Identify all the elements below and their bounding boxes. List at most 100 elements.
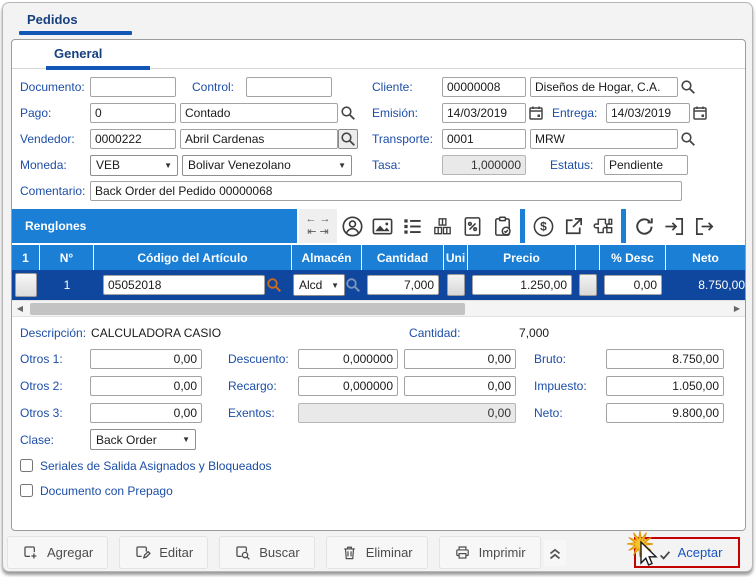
row-codigo-field[interactable] [103, 275, 265, 295]
export-icon[interactable] [689, 211, 719, 241]
moneda-code-select[interactable]: VEB ▼ [90, 155, 178, 176]
bruto-field[interactable] [606, 349, 724, 369]
row-codigo-search-icon[interactable] [265, 275, 283, 295]
grid-horizontal-scrollbar[interactable]: ◀ ▶ [12, 300, 745, 317]
eliminar-button[interactable]: Eliminar [326, 536, 428, 569]
col-header-num[interactable]: N° [40, 245, 94, 270]
documento-field[interactable] [90, 77, 176, 97]
estatus-label: Estatus: [550, 158, 604, 172]
row-num: 1 [40, 270, 94, 300]
add-icon [22, 544, 39, 561]
tab-general-underline [46, 66, 150, 70]
pago-code-field[interactable] [90, 103, 176, 123]
cliente-search-icon[interactable] [678, 77, 698, 97]
estatus-field[interactable] [604, 155, 688, 175]
user-icon[interactable] [337, 211, 367, 241]
row-neto-cell: 8.750,00 [666, 270, 745, 300]
puzzle-icon[interactable] [588, 211, 618, 241]
otros2-field[interactable] [90, 376, 202, 396]
col-header-codigo[interactable]: Código del Artículo [94, 245, 292, 270]
imprimir-button[interactable]: Imprimir [439, 536, 541, 569]
editar-button[interactable]: Editar [119, 536, 208, 569]
col-header-extra[interactable] [576, 245, 600, 270]
scroll-left-icon[interactable]: ◀ [12, 301, 28, 316]
tab-general[interactable]: General [54, 46, 102, 61]
col-header-almacen[interactable]: Almacén [292, 245, 362, 270]
tab-bar: General [12, 40, 745, 69]
emision-field[interactable] [442, 103, 526, 123]
row-selector-button[interactable] [15, 273, 37, 297]
table-row[interactable]: 1 Alcd ▼ 8.750,00 [12, 270, 745, 300]
recargo-pct-field[interactable] [298, 376, 398, 396]
discount-icon[interactable] [457, 211, 487, 241]
descuento-label: Descuento: [228, 352, 298, 366]
col-header-selector[interactable]: 1 [12, 245, 40, 270]
col-header-precio[interactable]: Precio [468, 245, 576, 270]
buscar-button[interactable]: Buscar [219, 536, 314, 569]
cantidad-label: Cantidad: [409, 326, 474, 340]
row-desc-field[interactable] [604, 275, 662, 295]
col-header-cantidad[interactable]: Cantidad [362, 245, 444, 270]
external-link-icon[interactable] [558, 211, 588, 241]
scroll-right-icon[interactable]: ▶ [729, 301, 745, 316]
vendedor-search-icon[interactable] [338, 129, 358, 149]
cliente-name-field[interactable] [530, 77, 678, 97]
list-icon[interactable] [397, 211, 427, 241]
row-extra-button[interactable] [579, 274, 597, 296]
prepago-checkbox[interactable] [20, 484, 33, 497]
import-icon[interactable] [659, 211, 689, 241]
clipboard-check-icon[interactable] [487, 211, 517, 241]
descuento-pct-field[interactable] [298, 349, 398, 369]
vendedor-code-field[interactable] [90, 129, 176, 149]
packages-icon[interactable] [427, 211, 457, 241]
neto-field[interactable] [606, 403, 724, 423]
collapse-button[interactable] [544, 540, 566, 566]
moneda-name-select[interactable]: Bolivar Venezolano ▼ [182, 155, 352, 176]
form-row-vendedor: Vendedor: Transporte: [12, 126, 745, 152]
control-label: Control: [192, 80, 246, 94]
row-almacen-select[interactable]: Alcd ▼ [293, 274, 345, 296]
refresh-icon[interactable] [629, 211, 659, 241]
row-precio-field[interactable] [472, 275, 572, 295]
pedidos-window: Pedidos General Documento: Control: Clie… [2, 2, 753, 572]
edit-icon [134, 544, 151, 561]
row-almacen-search-icon[interactable] [345, 275, 361, 295]
pago-name-field[interactable] [180, 103, 338, 123]
otros1-field[interactable] [90, 349, 202, 369]
otros3-field[interactable] [90, 403, 202, 423]
transporte-label: Transporte: [372, 132, 442, 146]
pago-search-icon[interactable] [338, 103, 358, 123]
cliente-code-field[interactable] [442, 77, 526, 97]
col-header-uni[interactable]: Uni [444, 245, 468, 270]
entrega-field[interactable] [606, 103, 690, 123]
descripcion-label: Descripción: [20, 326, 86, 340]
transporte-search-icon[interactable] [678, 129, 698, 149]
impuesto-field[interactable] [606, 376, 724, 396]
vendedor-name-field[interactable] [180, 129, 338, 149]
descuento-monto-field[interactable] [404, 349, 516, 369]
emision-calendar-icon[interactable] [526, 103, 546, 123]
row-uni-button[interactable] [447, 274, 465, 296]
scrollbar-thumb[interactable] [30, 303, 465, 315]
col-header-desc[interactable]: % Desc [600, 245, 666, 270]
col-header-neto[interactable]: Neto [666, 245, 745, 270]
exentos-field [298, 403, 516, 423]
row-cantidad-field[interactable] [367, 275, 439, 295]
agregar-button[interactable]: Agregar [7, 536, 108, 569]
row-navigation-arrows-icon[interactable]: ← →⇤ ⇥ [299, 209, 337, 243]
aceptar-button[interactable]: Aceptar [634, 537, 741, 568]
image-icon[interactable] [367, 211, 397, 241]
transporte-code-field[interactable] [442, 129, 526, 149]
transporte-name-field[interactable] [530, 129, 678, 149]
currency-icon[interactable]: $ [528, 211, 558, 241]
cliente-label: Cliente: [372, 80, 442, 94]
toolbar-divider [520, 209, 525, 243]
clase-select[interactable]: Back Order ▼ [90, 429, 196, 450]
seriales-checkbox[interactable] [20, 459, 33, 472]
control-field[interactable] [246, 77, 332, 97]
comentario-field[interactable] [90, 181, 682, 201]
action-bar: Agregar Editar Buscar Eliminar Imprimir … [7, 536, 750, 569]
entrega-calendar-icon[interactable] [690, 103, 710, 123]
renglones-toolbar: Renglones ← →⇤ ⇥ $ [12, 207, 745, 245]
recargo-monto-field[interactable] [404, 376, 516, 396]
